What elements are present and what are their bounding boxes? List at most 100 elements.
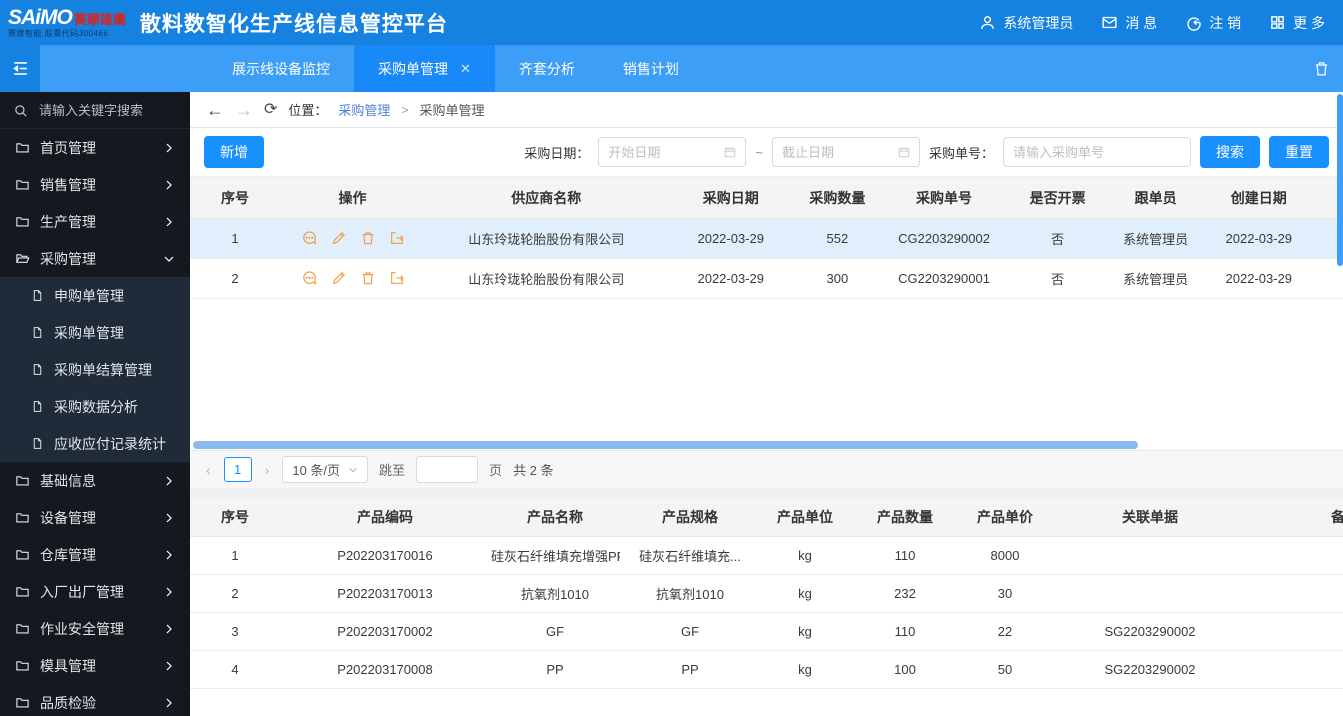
- end-date-field[interactable]: [771, 137, 920, 167]
- document-icon: [31, 437, 44, 450]
- cell-no: 4: [190, 650, 280, 689]
- cell-purchase-date: 2022-03-29: [667, 258, 795, 299]
- prev-page-button[interactable]: ‹: [204, 462, 213, 478]
- next-page-button[interactable]: ›: [263, 462, 272, 478]
- search-input[interactable]: [37, 101, 175, 119]
- horizontal-scrollbar-thumb[interactable]: [193, 441, 1139, 449]
- sidebar-search[interactable]: [0, 92, 190, 129]
- edit-button[interactable]: [331, 230, 347, 246]
- folder-icon: [15, 140, 30, 155]
- page-size-select[interactable]: 10 条/页: [282, 456, 369, 483]
- sidebar-item-purchasing[interactable]: 采购管理: [0, 240, 190, 277]
- delete-button[interactable]: [360, 230, 376, 246]
- order-row[interactable]: 1 山东玲珑轮胎股份有限公司 2022-03-29 552 CG22032900…: [190, 218, 1343, 259]
- start-date-field[interactable]: [598, 137, 747, 167]
- menu-label: 入厂出厂管理: [40, 583, 124, 600]
- start-date-input[interactable]: [599, 144, 724, 160]
- cell-purchase-date: 2022-03-29: [667, 218, 795, 259]
- tab-purchase-order-management[interactable]: 采购单管理 ✕: [354, 45, 495, 92]
- products-table-panel: 序号 产品编码 产品名称 产品规格 产品单位 产品数量 产品单价 关联单据 备注: [190, 498, 1343, 716]
- page-size-value: 10 条/页: [292, 463, 341, 478]
- folder-icon: [15, 510, 30, 525]
- sidebar-item-home[interactable]: 首页管理: [0, 129, 190, 166]
- order-no-field[interactable]: [1003, 137, 1191, 167]
- user-menu[interactable]: 系统管理员: [979, 13, 1073, 33]
- comment-button[interactable]: [301, 270, 318, 287]
- calendar-icon: [723, 145, 737, 159]
- col-no: 序号: [190, 498, 280, 537]
- export-button[interactable]: [389, 270, 405, 286]
- cell-related-doc: [1050, 536, 1250, 575]
- sidebar-item-basic-info[interactable]: 基础信息: [0, 462, 190, 499]
- sidebar-item-purchase-settlement-mgmt[interactable]: 采购单结算管理: [0, 351, 190, 388]
- order-no-input[interactable]: [1004, 144, 1190, 160]
- tab-sales-plan[interactable]: 销售计划: [599, 45, 703, 92]
- sidebar-collapse-button[interactable]: [0, 45, 40, 92]
- sidebar-item-purchase-data-analysis[interactable]: 采购数据分析: [0, 388, 190, 425]
- tab-display-line-monitor[interactable]: 展示线设备监控: [208, 45, 354, 92]
- folder-icon: [15, 547, 30, 562]
- reset-button[interactable]: 重置: [1269, 136, 1329, 168]
- vertical-scrollbar-thumb[interactable]: [1337, 94, 1343, 266]
- refresh-icon[interactable]: ⟳: [264, 101, 277, 118]
- product-row[interactable]: 1 P202203170016 硅灰石纤维填充增强PP 硅灰石纤维填充... k…: [190, 536, 1343, 575]
- delete-button[interactable]: [360, 270, 376, 286]
- order-row[interactable]: 2 山东玲珑轮胎股份有限公司 2022-03-29 300 CG22032900…: [190, 258, 1343, 299]
- chevron-right-icon: [163, 142, 175, 154]
- tab-label: 采购单管理: [378, 60, 448, 77]
- product-row[interactable]: 3 P202203170002 GF GF kg 110 22 SG220329…: [190, 612, 1343, 651]
- tab-close-icon[interactable]: ✕: [460, 61, 471, 77]
- logout-button[interactable]: 注 销: [1185, 13, 1241, 33]
- sidebar-item-warehouse[interactable]: 仓库管理: [0, 536, 190, 573]
- sidebar-item-purchase-order-mgmt[interactable]: 采购单管理: [0, 314, 190, 351]
- section-divider: [190, 488, 1343, 498]
- folder-icon: [15, 584, 30, 599]
- purchasing-submenu: 申购单管理 采购单管理 采购单结算管理 采购数据分析 应收应付记录统计: [0, 277, 190, 462]
- end-date-input[interactable]: [772, 144, 897, 160]
- page-number-button[interactable]: 1: [223, 457, 252, 482]
- cell-created-date: 2022-03-29: [1203, 258, 1315, 299]
- sidebar-item-receivable-payable-stats[interactable]: 应收应付记录统计: [0, 425, 190, 462]
- close-all-tabs-button[interactable]: [1313, 45, 1343, 92]
- product-row[interactable]: 2 P202203170013 抗氧剂1010 抗氧剂1010 kg 232 3…: [190, 574, 1343, 613]
- cell-order-no: CG2203290002: [880, 218, 1008, 259]
- page-title: 散料数智化生产线信息管控平台: [139, 12, 448, 36]
- forward-arrow-icon[interactable]: →: [235, 101, 253, 119]
- cell-merchandiser: 系统管理员: [1107, 258, 1204, 299]
- search-icon: [13, 103, 28, 118]
- col-product-spec: 产品规格: [620, 498, 760, 537]
- cell-related-doc: SG2203290002: [1050, 650, 1250, 689]
- col-supplier: 供应商名称: [425, 178, 668, 219]
- export-button[interactable]: [389, 230, 405, 246]
- sidebar-item-factory-in-out[interactable]: 入厂出厂管理: [0, 573, 190, 610]
- sidebar-item-work-safety[interactable]: 作业安全管理: [0, 610, 190, 647]
- sidebar-item-production[interactable]: 生产管理: [0, 203, 190, 240]
- more-button[interactable]: 更 多: [1269, 13, 1325, 33]
- comment-button[interactable]: [301, 230, 318, 247]
- tab-kitting-analysis[interactable]: 齐套分析: [495, 45, 599, 92]
- messages-button[interactable]: 消 息: [1101, 13, 1157, 33]
- sidebar-item-requisition-mgmt[interactable]: 申购单管理: [0, 277, 190, 314]
- add-button[interactable]: 新增: [204, 136, 264, 168]
- cell-product-name: GF: [490, 612, 620, 651]
- breadcrumb-parent-link[interactable]: 采购管理: [338, 100, 390, 119]
- back-arrow-icon[interactable]: ←: [206, 101, 224, 119]
- product-row[interactable]: 4 P202203170008 PP PP kg 100 50 SG220329…: [190, 650, 1343, 689]
- document-icon: [31, 400, 44, 413]
- menu-label: 销售管理: [40, 176, 96, 193]
- jump-to-page-input[interactable]: [416, 456, 479, 483]
- sidebar-item-quality-inspection[interactable]: 品质检验: [0, 684, 190, 716]
- edit-button[interactable]: [331, 270, 347, 286]
- document-icon: [31, 289, 44, 302]
- cell-product-code: P202203170002: [280, 612, 490, 651]
- search-button[interactable]: 搜索: [1200, 136, 1260, 168]
- menu-label: 品质检验: [40, 694, 96, 711]
- jump-to-label: 跳至: [379, 463, 406, 478]
- menu-label: 申购单管理: [54, 287, 124, 304]
- sidebar-item-equipment[interactable]: 设备管理: [0, 499, 190, 536]
- chevron-right-icon: [163, 512, 175, 524]
- envelope-icon: [1101, 14, 1118, 31]
- sidebar-item-sales[interactable]: 销售管理: [0, 166, 190, 203]
- sidebar-item-mold-mgmt[interactable]: 模具管理: [0, 647, 190, 684]
- menu-label: 首页管理: [40, 139, 96, 156]
